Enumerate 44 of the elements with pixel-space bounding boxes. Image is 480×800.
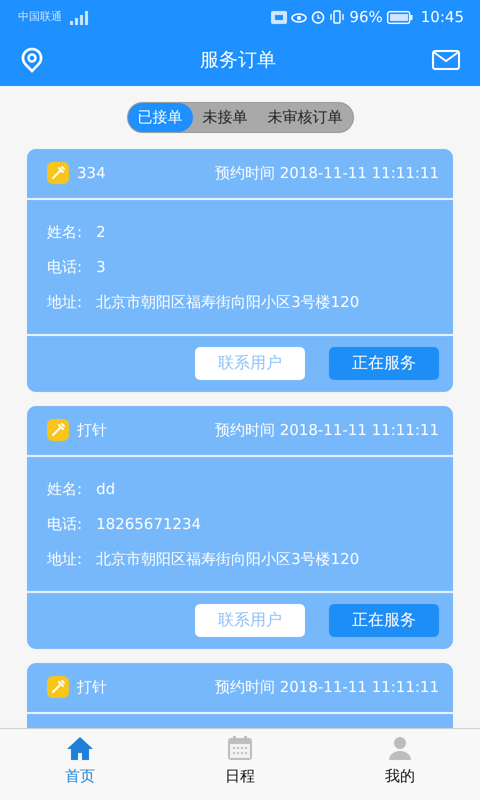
alarm-icon: [311, 10, 326, 24]
battery-icon: [386, 10, 413, 24]
appointment-time: 预约时间 2018-11-11 11:11:11: [214, 676, 439, 698]
eye-icon: [291, 11, 308, 23]
location-icon[interactable]: [20, 47, 44, 73]
page-title: 服务订单: [200, 48, 276, 73]
syringe-icon: [47, 162, 69, 184]
field-label: 姓名:: [47, 222, 82, 243]
vibrate-icon: [329, 10, 346, 24]
segment-tab[interactable]: 未审核订单: [258, 103, 352, 132]
field-label: 电话:: [47, 514, 82, 535]
status-button[interactable]: 正在服务: [329, 604, 439, 636]
carrier-name: 中国联通: [18, 8, 62, 25]
calendar-icon: [227, 735, 253, 761]
appointment-time: 预约时间 2018-11-11 11:11:11: [214, 420, 439, 441]
clock: 10:45: [420, 6, 464, 28]
field-value: 3: [96, 256, 106, 278]
person-icon: [387, 735, 413, 761]
field-value: 北京市朝阳区福寿街向阳小区3号楼120: [96, 548, 360, 570]
signal-icon: [70, 11, 88, 26]
home-icon: [66, 735, 94, 761]
service-name: 打针: [77, 420, 107, 441]
field-value: 2: [96, 222, 106, 243]
field-label: 电话:: [47, 256, 82, 278]
syringe-icon: [47, 419, 69, 441]
tab-bar-item[interactable]: 首页: [0, 729, 160, 800]
syringe-icon: [47, 676, 69, 698]
field-value: 北京市朝阳区福寿街向阳小区3号楼120: [96, 292, 360, 313]
field-value: dd: [96, 478, 116, 500]
appointment-time: 预约时间 2018-11-11 11:11:11: [214, 162, 439, 184]
battery-percent: 96%: [349, 6, 383, 28]
status-button[interactable]: 正在服务: [329, 346, 439, 380]
segment-tab[interactable]: 未接单: [192, 103, 258, 132]
service-name: 打针: [77, 676, 107, 698]
tab-bar-item[interactable]: 日程: [160, 729, 320, 800]
tab-bar-item[interactable]: 我的: [320, 729, 480, 800]
segment-tab[interactable]: 已接单: [128, 103, 192, 132]
service-name: 334: [77, 162, 106, 184]
field-value: 18265671234: [96, 514, 202, 535]
hd-icon: [271, 10, 288, 24]
field-label: 地址:: [47, 292, 82, 313]
mail-icon[interactable]: [432, 50, 460, 70]
field-label: 姓名:: [47, 478, 82, 500]
field-label: 地址:: [47, 548, 82, 570]
